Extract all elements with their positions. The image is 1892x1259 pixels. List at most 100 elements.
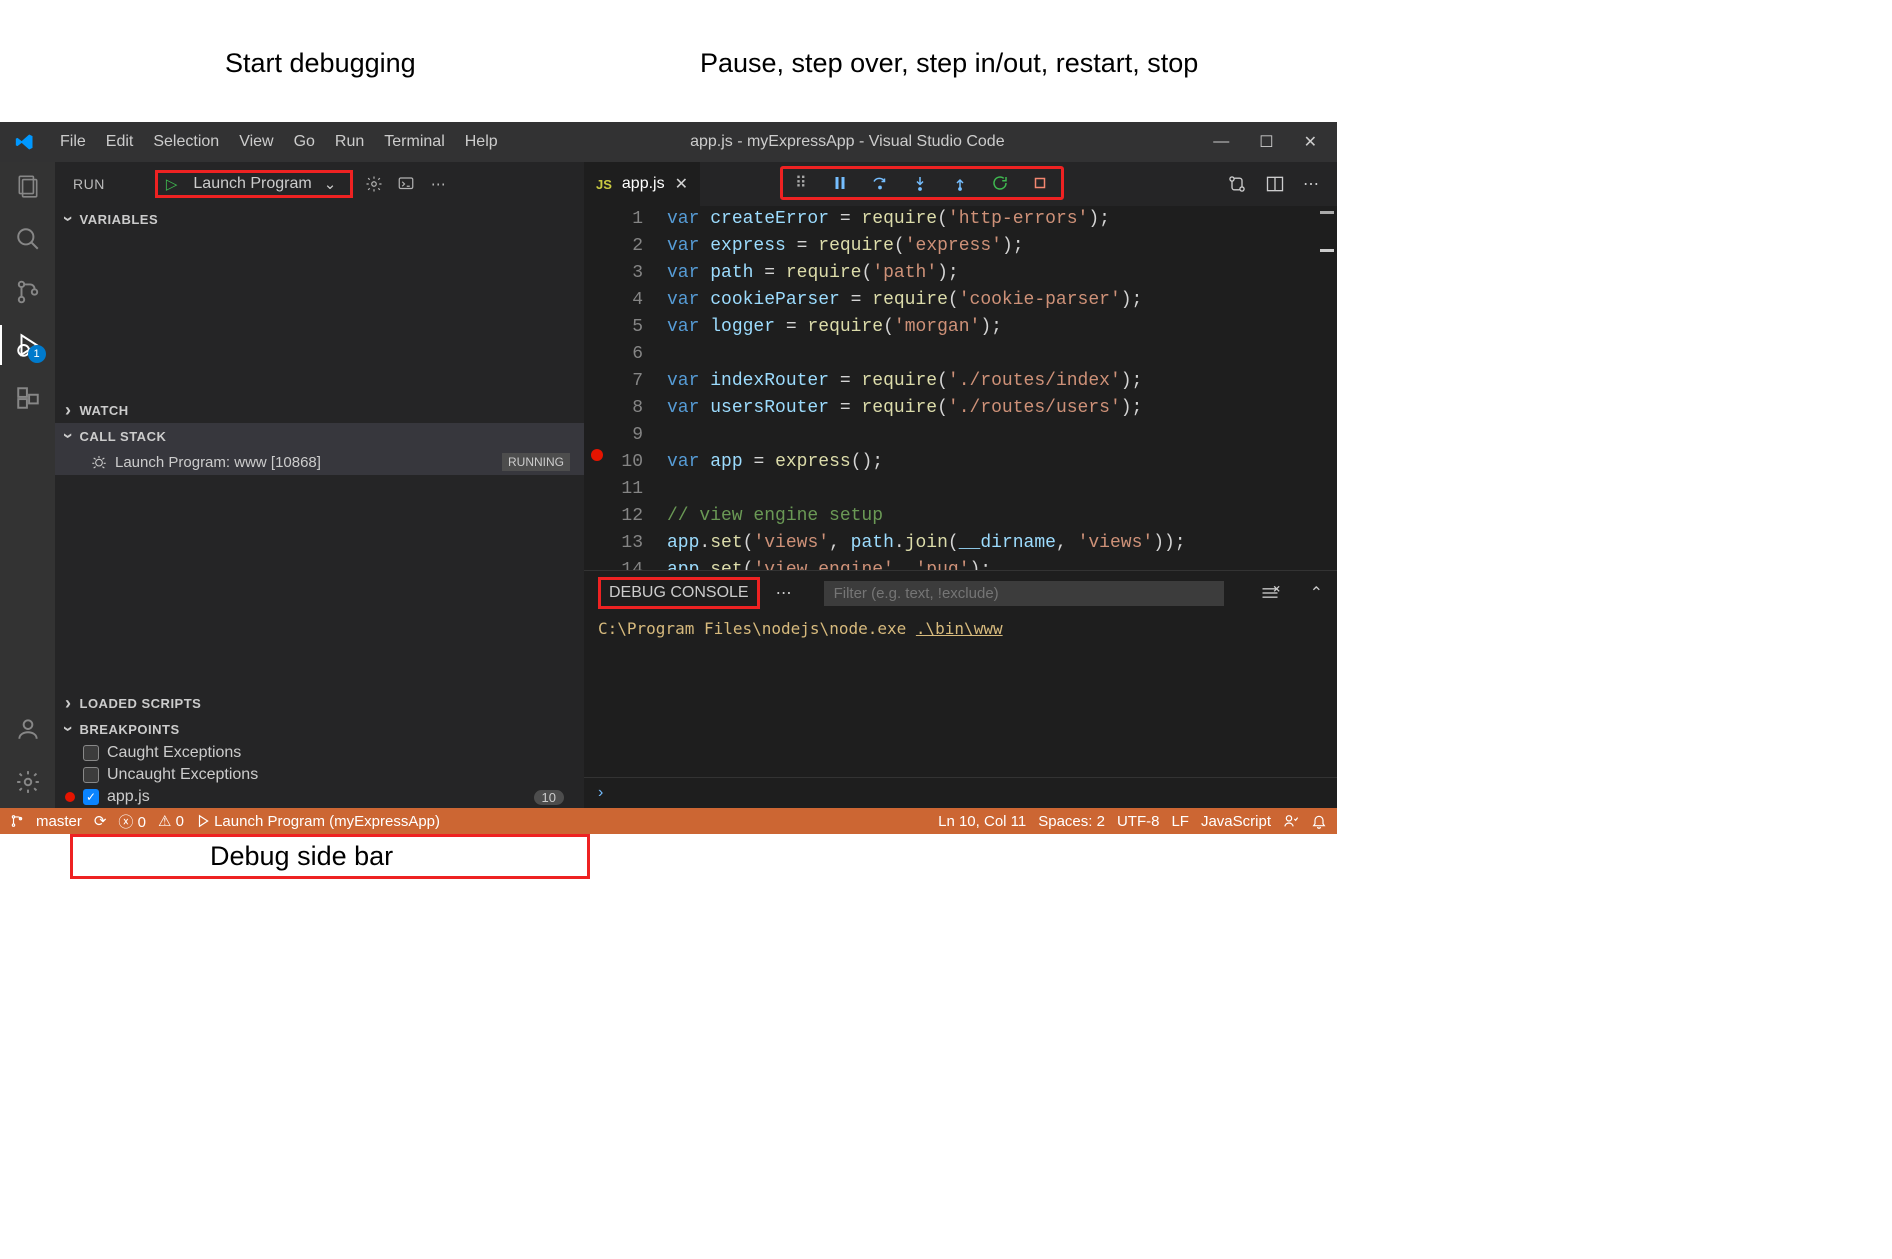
code-line[interactable] [667,341,1337,368]
code-line[interactable]: var app = express(); [667,449,1337,476]
extensions-icon[interactable] [14,384,42,412]
menu-file[interactable]: File [50,122,96,162]
tab-close-icon[interactable]: ✕ [675,174,688,194]
line-number: 13 [609,530,643,557]
callstack-label: Launch Program: www [10868] [115,454,321,471]
errors-count[interactable]: ⓧ 0 [118,811,146,832]
split-editor-icon[interactable] [1265,174,1285,194]
debug-console-output: C:\Program Files\nodejs\node.exe .\bin\w… [584,615,1337,777]
window-close-icon[interactable]: ✕ [1304,132,1317,152]
pause-icon[interactable] [831,174,849,192]
code-editor[interactable]: 1234567891011121314 var createError = re… [584,206,1337,570]
feedback-icon[interactable] [1283,813,1299,829]
bp-uncaught[interactable]: Uncaught Exceptions [55,764,584,786]
step-over-icon[interactable] [871,174,889,192]
launch-config-selector[interactable]: ▷ Launch Program ⌄ [155,170,353,198]
code-line[interactable]: var path = require('path'); [667,260,1337,287]
debug-target[interactable]: Launch Program (myExpressApp) [196,813,440,830]
step-out-icon[interactable] [951,174,969,192]
line-number: 8 [609,395,643,422]
panel-more-icon[interactable]: ⋯ [776,583,792,603]
menu-view[interactable]: View [229,122,283,162]
code-line[interactable]: var createError = require('http-errors')… [667,206,1337,233]
menu-edit[interactable]: Edit [96,122,144,162]
menu-run[interactable]: Run [325,122,374,162]
section-callstack[interactable]: CALL STACK [55,423,584,449]
accounts-icon[interactable] [14,715,42,743]
encoding[interactable]: UTF-8 [1117,813,1160,830]
overview-ruler [1320,209,1334,570]
code-line[interactable]: var express = require('express'); [667,233,1337,260]
window-minimize-icon[interactable]: — [1213,133,1229,151]
code-line[interactable]: // view engine setup [667,503,1337,530]
compare-icon[interactable] [1227,174,1247,194]
drag-handle-icon[interactable]: ⠿ [795,173,809,193]
checkbox-unchecked[interactable] [83,745,99,761]
run-sidebar-header: RUN ▷ Launch Program ⌄ ⋯ [55,162,584,206]
callstack-item[interactable]: Launch Program: www [10868] RUNNING [55,449,584,475]
b -caught[interactable]: Caught Exceptions [55,742,584,764]
branch-icon[interactable] [10,813,24,830]
restart-icon[interactable] [991,174,1009,192]
chevron-down-icon[interactable]: ⌄ [324,175,337,193]
code-line[interactable]: var logger = require('morgan'); [667,314,1337,341]
code-line[interactable]: var usersRouter = require('./routes/user… [667,395,1337,422]
code-line[interactable] [667,476,1337,503]
sync-icon[interactable]: ⟳ [94,812,107,830]
explorer-icon[interactable] [14,172,42,200]
debug-badge: 1 [28,345,46,363]
language-mode[interactable]: JavaScript [1201,813,1271,830]
section-watch[interactable]: WATCH [55,397,584,423]
search-icon[interactable] [14,225,42,253]
warnings-count[interactable]: ⚠ 0 [158,812,184,830]
section-variables[interactable]: VARIABLES [55,206,584,232]
bell-icon[interactable] [1311,813,1327,829]
debug-console-filter-input[interactable] [824,581,1224,606]
line-number: 5 [609,314,643,341]
branch-name[interactable]: master [36,813,82,830]
code-line[interactable]: app.set('views', path.join(__dirname, 'v… [667,530,1337,557]
line-number: 6 [609,341,643,368]
line-number: 14 [609,557,643,570]
run-debug-icon[interactable]: 1 [14,331,42,359]
settings-gear-icon[interactable] [14,768,42,796]
code-line[interactable]: app.set('view engine', 'pug'); [667,557,1337,570]
debug-console-icon[interactable] [395,175,417,193]
eol[interactable]: LF [1171,813,1189,830]
stop-icon[interactable] [1031,174,1049,192]
more-actions-icon[interactable]: ⋯ [1303,174,1319,194]
code-line[interactable] [667,422,1337,449]
menu-terminal[interactable]: Terminal [374,122,454,162]
code-line[interactable]: var cookieParser = require('cookie-parse… [667,287,1337,314]
window-maximize-icon[interactable]: ☐ [1259,132,1273,152]
source-control-icon[interactable] [14,278,42,306]
indent[interactable]: Spaces: 2 [1038,813,1105,830]
gear-icon[interactable] [363,175,385,193]
menu-help[interactable]: Help [455,122,508,162]
cursor-pos[interactable]: Ln 10, Col 11 [938,813,1026,830]
checkbox-unchecked[interactable] [83,767,99,783]
breakpoint-dot-icon[interactable] [591,449,603,461]
line-number: 7 [609,368,643,395]
menu-go[interactable]: Go [284,122,325,162]
more-icon[interactable]: ⋯ [427,175,449,193]
menu-selection[interactable]: Selection [143,122,229,162]
clear-console-icon[interactable] [1260,583,1280,603]
checkbox-checked[interactable]: ✓ [83,789,99,805]
debug-toolbar: ⠿ [780,166,1064,200]
debug-console-input[interactable]: › [584,777,1337,808]
line-number: 9 [609,422,643,449]
code-line[interactable]: var indexRouter = require('./routes/inde… [667,368,1337,395]
tab-appjs[interactable]: JS app.js ✕ [584,162,701,206]
vscode-logo-icon [0,132,50,152]
window-title: app.js - myExpressApp - Visual Studio Co… [508,133,1187,151]
section-breakpoints[interactable]: BREAKPOINTS [55,716,584,742]
start-debug-icon[interactable]: ▷ [166,175,178,193]
callstack-status: RUNNING [502,453,570,471]
menu-bar: FileEditSelectionViewGoRunTerminalHelp [50,122,508,162]
section-loaded-scripts[interactable]: LOADED SCRIPTS [55,690,584,716]
step-into-icon[interactable] [911,174,929,192]
tab-debug-console[interactable]: DEBUG CONSOLE [598,577,760,609]
panel-collapse-icon[interactable]: ⌃ [1310,583,1323,603]
bp-file[interactable]: ✓ app.js 10 [55,786,584,808]
